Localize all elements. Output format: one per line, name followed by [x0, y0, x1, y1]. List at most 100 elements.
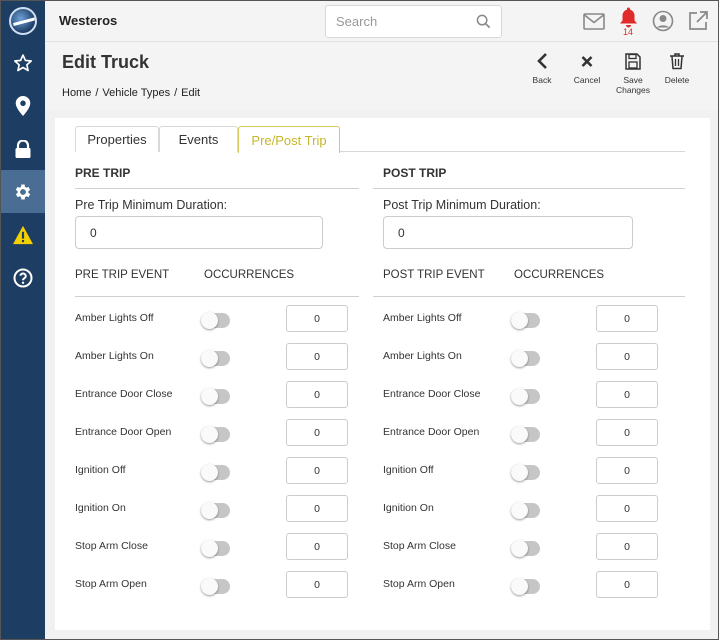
- page-title: Edit Truck: [62, 52, 150, 72]
- star-icon: [14, 53, 32, 71]
- toggle-knob: [201, 464, 218, 481]
- trash-icon: [670, 53, 684, 70]
- post-trip-event-toggle[interactable]: [511, 540, 540, 557]
- divider: [75, 188, 359, 189]
- breadcrumb-home[interactable]: Home: [62, 87, 91, 99]
- delete-button[interactable]: Delete: [662, 52, 692, 85]
- notification-count: 14: [623, 27, 634, 37]
- pre-trip-event-toggle[interactable]: [201, 578, 230, 595]
- search-input[interactable]: [326, 6, 466, 37]
- pre-trip-event-toggle[interactable]: [201, 540, 230, 557]
- pre-trip-occurrences-input[interactable]: [286, 419, 348, 446]
- map-pin-icon: [15, 95, 31, 116]
- post-trip-event-toggle[interactable]: [511, 578, 540, 595]
- post-trip-event-label: Entrance Door Open: [383, 426, 480, 438]
- cancel-button[interactable]: Cancel: [571, 52, 603, 85]
- breadcrumb: Home / Vehicle Types / Edit: [62, 87, 200, 99]
- tab-pre-post-trip[interactable]: Pre/Post Trip: [238, 126, 340, 153]
- toggle-knob: [511, 312, 528, 329]
- close-icon: [581, 56, 593, 67]
- pre-trip-occurrences-input[interactable]: [286, 571, 348, 598]
- app-logo[interactable]: [1, 1, 45, 41]
- save-icon: [625, 53, 641, 70]
- pre-trip-event-toggle[interactable]: [201, 464, 230, 481]
- pre-trip-event-toggle[interactable]: [201, 388, 230, 405]
- cancel-label: Cancel: [573, 75, 601, 85]
- tab-bar: Properties Events Pre/Post Trip: [75, 126, 685, 153]
- delete-label: Delete: [664, 75, 690, 85]
- chevron-left-icon: [537, 53, 547, 69]
- search-icon[interactable]: [476, 14, 491, 29]
- pre-trip-event-label: Ignition Off: [75, 464, 126, 476]
- sidebar: [1, 1, 45, 639]
- post-trip-min-duration-label: Post Trip Minimum Duration:: [383, 198, 541, 212]
- toggle-knob: [201, 426, 218, 443]
- nav-favorites[interactable]: [1, 41, 45, 84]
- toggle-knob: [201, 502, 218, 519]
- post-trip-occurrences-input[interactable]: [596, 533, 658, 560]
- nav-locations[interactable]: [1, 84, 45, 127]
- post-trip-event-toggle[interactable]: [511, 426, 540, 443]
- pre-trip-event-toggle[interactable]: [201, 426, 230, 443]
- pre-trip-event-toggle[interactable]: [201, 312, 230, 329]
- post-trip-occurrences-input[interactable]: [596, 419, 658, 446]
- post-trip-event-toggle[interactable]: [511, 464, 540, 481]
- nav-help[interactable]: [1, 256, 45, 299]
- post-trip-event-toggle[interactable]: [511, 388, 540, 405]
- pre-trip-occurrences-input[interactable]: [286, 343, 348, 370]
- pre-trip-event-label: Stop Arm Close: [75, 540, 148, 552]
- external-link-icon[interactable]: [687, 10, 709, 31]
- post-trip-event-label: Ignition Off: [383, 464, 434, 476]
- lock-icon: [15, 139, 31, 158]
- post-trip-event-toggle[interactable]: [511, 312, 540, 329]
- pre-trip-min-duration-input[interactable]: [75, 216, 323, 249]
- pre-trip-occurrences-input[interactable]: [286, 305, 348, 332]
- toggle-knob: [511, 578, 528, 595]
- pre-trip-occurrences-input[interactable]: [286, 495, 348, 522]
- nav-settings[interactable]: [1, 170, 45, 213]
- bell-icon[interactable]: [618, 6, 639, 28]
- post-trip-event-label: Amber Lights On: [383, 350, 462, 362]
- toggle-knob: [511, 502, 528, 519]
- post-trip-event-label: Entrance Door Close: [383, 388, 481, 400]
- tab-events[interactable]: Events: [159, 126, 238, 152]
- pre-trip-min-duration-label: Pre Trip Minimum Duration:: [75, 198, 228, 212]
- post-trip-occurrences-input[interactable]: [596, 305, 658, 332]
- pre-trip-event-toggle[interactable]: [201, 502, 230, 519]
- breadcrumb-vehicle-types[interactable]: Vehicle Types: [102, 87, 170, 99]
- divider: [373, 188, 685, 189]
- post-trip-event-label: Ignition On: [383, 502, 434, 514]
- post-trip-event-toggle[interactable]: [511, 350, 540, 367]
- toggle-knob: [201, 578, 218, 595]
- divider: [373, 296, 685, 297]
- pre-trip-occurrences-input[interactable]: [286, 457, 348, 484]
- gear-icon: [15, 184, 31, 199]
- post-trip-event-toggle[interactable]: [511, 502, 540, 519]
- pre-trip-event-label: Entrance Door Close: [75, 388, 173, 400]
- post-trip-occurrences-input[interactable]: [596, 381, 658, 408]
- tab-properties[interactable]: Properties: [75, 126, 159, 152]
- nav-alerts[interactable]: [1, 213, 45, 256]
- divider: [75, 296, 359, 297]
- toggle-knob: [201, 312, 218, 329]
- user-avatar-icon[interactable]: [652, 10, 674, 32]
- top-bar: Westeros 14: [45, 1, 718, 42]
- save-changes-button[interactable]: Save Changes: [613, 52, 653, 95]
- post-trip-occurrences-input[interactable]: [596, 343, 658, 370]
- mail-icon[interactable]: [583, 13, 605, 30]
- pre-trip-occurrences-input[interactable]: [286, 533, 348, 560]
- nav-security[interactable]: [1, 127, 45, 170]
- toggle-knob: [511, 426, 528, 443]
- post-trip-min-duration-input[interactable]: [383, 216, 633, 249]
- page-header: Edit Truck Home / Vehicle Types / Edit B…: [45, 42, 718, 110]
- search-box: [325, 5, 502, 38]
- post-trip-occurrences-input[interactable]: [596, 495, 658, 522]
- toggle-knob: [201, 540, 218, 557]
- post-trip-title: POST TRIP: [383, 166, 447, 180]
- post-trip-occurrences-input[interactable]: [596, 571, 658, 598]
- pre-trip-event-toggle[interactable]: [201, 350, 230, 367]
- post-trip-occurrences-input[interactable]: [596, 457, 658, 484]
- pre-trip-occurrences-input[interactable]: [286, 381, 348, 408]
- pre-trip-event-label: Stop Arm Open: [75, 578, 147, 590]
- back-button[interactable]: Back: [531, 52, 553, 85]
